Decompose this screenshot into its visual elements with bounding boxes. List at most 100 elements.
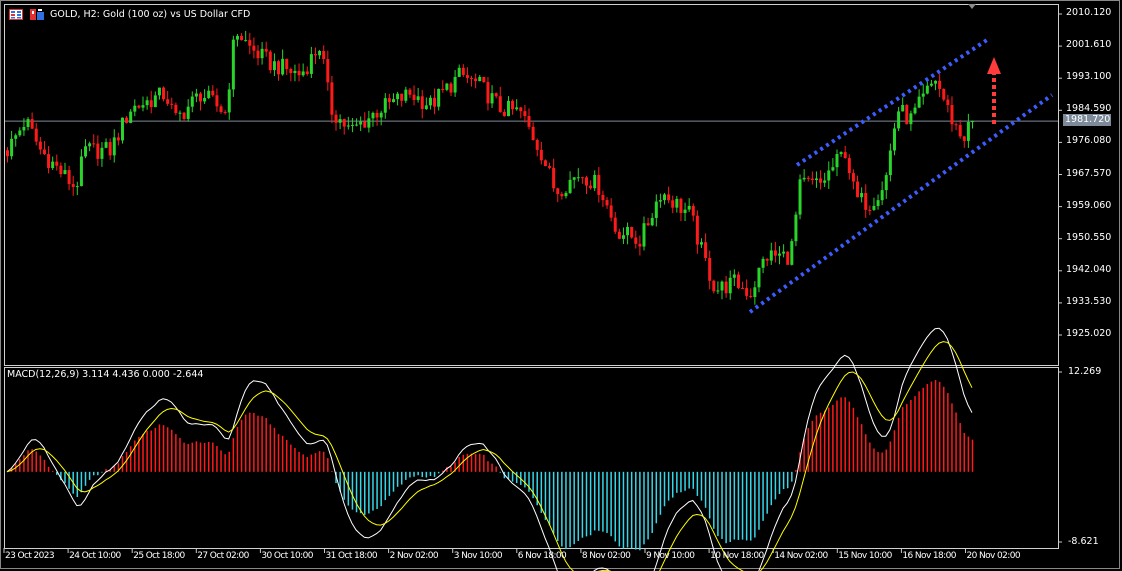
candle-body: [437, 89, 441, 107]
candle-body: [71, 184, 75, 187]
candle-body: [802, 177, 806, 180]
time-tick-label: 3 Nov 10:00: [453, 551, 503, 561]
candle-body: [543, 160, 547, 167]
candle-body: [162, 87, 166, 100]
chart-shift-marker-icon: [968, 4, 976, 9]
candle-body: [461, 67, 465, 75]
candle-body: [51, 161, 55, 168]
candle-body: [309, 54, 313, 74]
candle-body: [281, 58, 285, 75]
candle-body: [285, 58, 289, 70]
candle-body: [211, 90, 215, 96]
time-tick-label: 10 Nov 18:00: [710, 551, 764, 561]
candle-body: [954, 124, 958, 126]
candle-body: [913, 107, 917, 114]
candle-body: [133, 105, 137, 112]
candle-body: [318, 50, 322, 56]
candle-body: [178, 112, 182, 114]
time-tick-label: 2 Nov 02:00: [389, 551, 439, 561]
candle-body: [75, 186, 79, 188]
candle-body: [59, 165, 63, 175]
candle-body: [769, 250, 773, 261]
candle-body: [334, 114, 338, 123]
candle-body: [34, 128, 38, 142]
macd-indicator-label: MACD(12,26,9) 3.114 4.436 0.000 -2.644: [7, 369, 204, 380]
candle-body: [252, 45, 256, 51]
candle-body: [568, 179, 572, 193]
candle-body: [806, 177, 810, 179]
candle-body: [207, 90, 211, 99]
candle-body: [786, 251, 790, 265]
candle-body: [675, 198, 679, 208]
candle-body: [626, 226, 630, 236]
candle-body: [761, 258, 765, 268]
candle-body: [170, 103, 174, 105]
one-click-trading-icon[interactable]: [30, 9, 44, 20]
candle-body: [235, 35, 239, 40]
candle-body: [120, 117, 124, 141]
candle-body: [244, 40, 248, 42]
candle-body: [92, 143, 96, 145]
candle-body: [515, 107, 519, 110]
candle-body: [408, 89, 412, 95]
candle-body: [506, 100, 510, 117]
price-tick-label: 1950.550: [1066, 231, 1112, 243]
candle-body: [695, 215, 699, 245]
candle-body: [268, 51, 272, 71]
candle-body: [346, 125, 350, 127]
candle-body: [884, 175, 888, 191]
candle-body: [634, 237, 638, 244]
candle-body: [313, 54, 317, 56]
macd-axis-top: 12.269: [1068, 366, 1102, 377]
current-price-label: 1981.720: [1063, 114, 1111, 126]
candle-body: [63, 170, 67, 175]
candle-body: [326, 59, 330, 83]
candle-body: [745, 288, 749, 296]
candle-body: [490, 93, 494, 104]
candle-body: [880, 190, 884, 201]
candle-body: [794, 214, 798, 242]
candle-body: [100, 147, 104, 159]
time-tick-label: 15 Nov 10:00: [838, 551, 892, 561]
candle-body: [790, 241, 794, 265]
candle-body: [166, 99, 170, 104]
candle-body: [708, 257, 712, 281]
candle-body: [129, 111, 133, 123]
candle-body: [765, 258, 769, 261]
candle-body: [658, 200, 662, 202]
candle-body: [527, 115, 531, 127]
chart-canvas[interactable]: [0, 0, 1122, 571]
candle-body: [96, 143, 100, 159]
candle-body: [404, 89, 408, 101]
candle-body: [667, 194, 671, 201]
candle-body: [137, 105, 141, 108]
candle-body: [30, 119, 34, 129]
candle-body: [831, 167, 835, 171]
candle-body: [917, 96, 921, 108]
candle-body: [231, 39, 235, 90]
candle-body: [104, 142, 108, 148]
candle-body: [650, 217, 654, 226]
candle-body: [728, 277, 732, 294]
candle-body: [576, 177, 580, 179]
candle-body: [593, 174, 597, 189]
candle-body: [125, 117, 129, 123]
candle-body: [367, 118, 371, 128]
candle-body: [646, 223, 650, 226]
candle-body: [929, 83, 933, 86]
candle-body: [749, 295, 753, 297]
candle-body: [572, 177, 576, 180]
candle-body: [630, 226, 634, 238]
candle-body: [199, 93, 202, 102]
candle-body: [687, 205, 691, 210]
candle-body: [716, 290, 720, 292]
candle-body: [153, 95, 157, 108]
price-tick-label: 1976.080: [1066, 135, 1112, 147]
candle-body: [753, 287, 757, 297]
candle-body: [174, 104, 178, 114]
candle-body: [55, 161, 59, 166]
chart-list-icon[interactable]: [9, 9, 23, 20]
candle-body: [264, 48, 268, 52]
candle-body: [355, 124, 359, 126]
candle-body: [219, 106, 223, 112]
